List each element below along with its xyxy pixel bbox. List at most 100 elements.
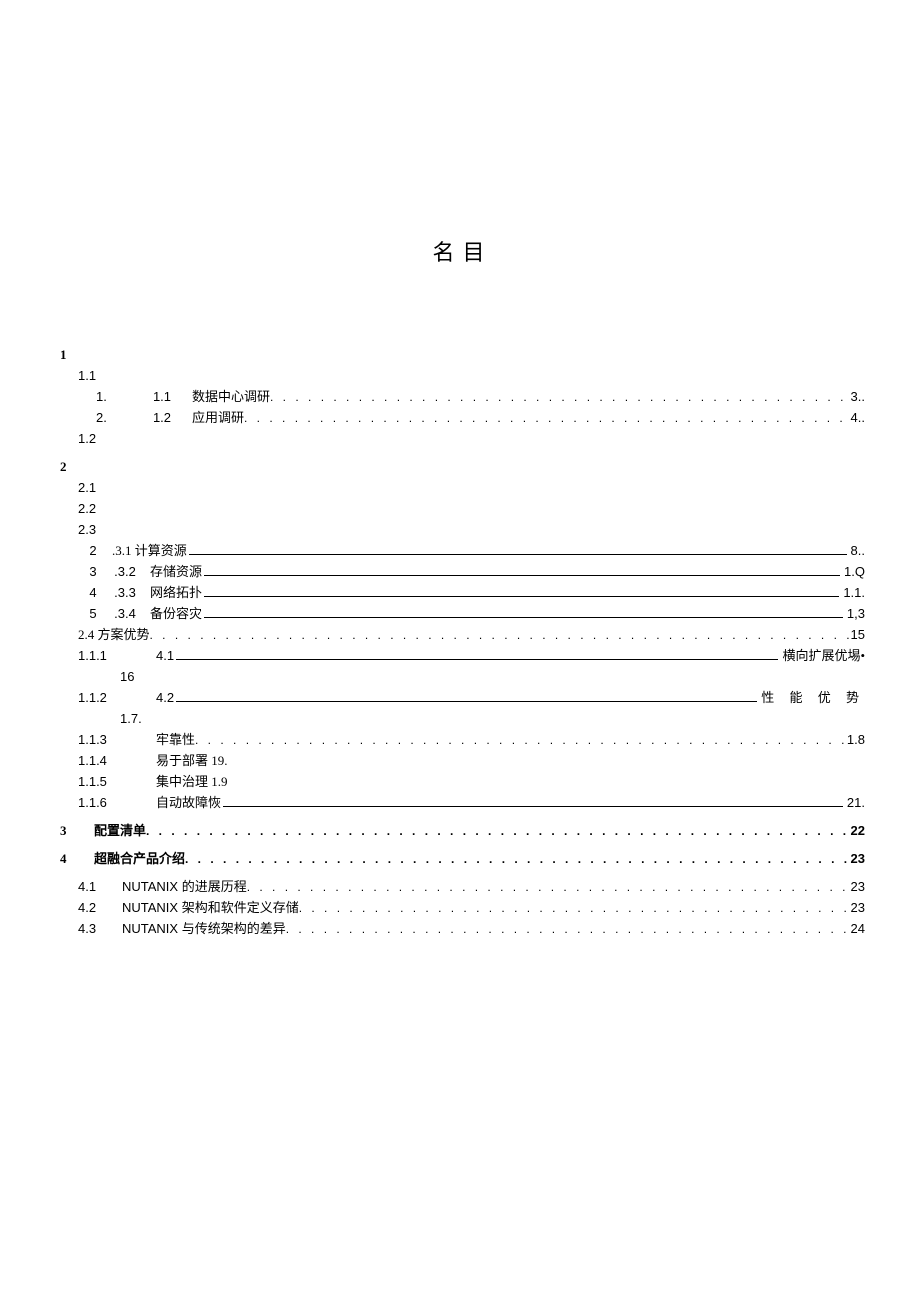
toc-entry-2-3-4: 5 .3.4 备份容灾 1,3 bbox=[60, 606, 865, 624]
toc-entry-1-1-2: 2. 1.2 应用调研 . . . . . . . . . . . . . . … bbox=[60, 410, 865, 428]
toc-idx: 3 bbox=[78, 564, 108, 580]
toc-leader-dots: . . . . . . . . . . . . . . . . . . . . … bbox=[247, 880, 849, 894]
toc-entry-adv-5: 1.1.5 集中治理 1.9 bbox=[60, 774, 865, 792]
toc-num-1-1: 1.1 bbox=[78, 368, 106, 384]
toc-entry-adv-2b: 1.7. bbox=[60, 711, 865, 729]
toc-label: NUTANIX 架构和软件定义存储 bbox=[106, 900, 299, 916]
toc-idx: 5 bbox=[78, 606, 108, 622]
toc-tail: 横向扩展优埸• bbox=[780, 648, 865, 664]
toc-sub-1-1: 1.1 bbox=[60, 368, 865, 386]
toc-leader-dots: . . . . . . . . . . . . . . . . . . . . … bbox=[299, 901, 849, 915]
toc-sub-1-2: 1.2 bbox=[60, 431, 865, 449]
toc-leader-dots: . . . . . . . . . . . . . . . . . . . . … bbox=[286, 922, 849, 936]
toc-sub: 4.2 bbox=[118, 690, 174, 706]
toc-sub: 1.1 bbox=[140, 389, 184, 405]
toc-page: 4.. bbox=[849, 410, 865, 426]
toc-entry-2-3-1: 2 .3.1 计算资源 8.. bbox=[60, 543, 865, 561]
toc-idx: 1.1.4 bbox=[78, 753, 118, 769]
toc-sub-2-2: 2.2 bbox=[60, 501, 865, 519]
toc-entry-4-3: 4.3 NUTANIX 与传统架构的差异 . . . . . . . . . .… bbox=[60, 921, 865, 939]
toc-page: 1.8 bbox=[845, 732, 865, 748]
toc-leader-dots: . . . . . . . . . . . . . . . . . . . . … bbox=[195, 733, 845, 747]
toc-idx: 2 bbox=[78, 543, 108, 559]
toc-label: 2.4 方案优势 bbox=[78, 627, 150, 643]
toc-sub: 4.1 bbox=[118, 648, 174, 664]
toc-entry-1-1-1: 1. 1.1 数据中心调研 . . . . . . . . . . . . . … bbox=[60, 389, 865, 407]
toc-label: 数据中心调研 bbox=[184, 389, 270, 405]
toc-label: 超融合产品介绍 bbox=[78, 851, 185, 867]
toc-idx: 4.2 bbox=[78, 900, 106, 916]
toc-idx: 1.1.3 bbox=[78, 732, 118, 748]
toc-sub-2-3: 2.3 bbox=[60, 522, 865, 540]
toc-idx: 1. bbox=[78, 389, 140, 405]
toc-num-2-3: 2.3 bbox=[78, 522, 106, 538]
toc-label: 易于部署 19. bbox=[118, 753, 228, 769]
toc-entry-adv-4: 1.1.4 易于部署 19. bbox=[60, 753, 865, 771]
toc-entry-2-3-3: 4 .3.3 网络拓扑 1.1. bbox=[60, 585, 865, 603]
toc-sub: .3.2 bbox=[108, 564, 142, 580]
toc-page: 23 bbox=[849, 900, 865, 916]
toc-idx: 1.1.6 bbox=[78, 795, 118, 811]
toc-label: 集中治理 1.9 bbox=[118, 774, 228, 790]
toc-idx: 4 bbox=[78, 585, 108, 601]
toc-label: NUTANIX 与传统架构的差异 bbox=[106, 921, 286, 937]
toc-section-2: 2 bbox=[60, 459, 865, 477]
toc-sub: .3.4 bbox=[108, 606, 142, 622]
toc-leader-dots: . . . . . . . . . . . . . . . . . . . . … bbox=[185, 852, 849, 866]
toc-entry-2-4: 2.4 方案优势 . . . . . . . . . . . . . . . .… bbox=[60, 627, 865, 645]
toc-page: 15 bbox=[849, 627, 865, 643]
toc-leader-line bbox=[176, 659, 778, 660]
toc-idx: 2. bbox=[78, 410, 140, 426]
toc-label: 牢靠性 bbox=[118, 732, 195, 748]
toc-section-3: 3 配置清单 . . . . . . . . . . . . . . . . .… bbox=[60, 823, 865, 841]
toc-section-4: 4 超融合产品介绍 . . . . . . . . . . . . . . . … bbox=[60, 851, 865, 869]
toc-entry-adv-3: 1.1.3 牢靠性 . . . . . . . . . . . . . . . … bbox=[60, 732, 865, 750]
toc-idx: 1.1.5 bbox=[78, 774, 118, 790]
toc-num-2-2: 2.2 bbox=[78, 501, 106, 517]
toc-section-1: 1 bbox=[60, 347, 865, 365]
toc-entry-adv-1b: 16 bbox=[60, 669, 865, 687]
toc-num-1-2: 1.2 bbox=[78, 431, 106, 447]
toc-page: 21. bbox=[845, 795, 865, 811]
toc-idx: 4.1 bbox=[78, 879, 106, 895]
toc-num-2-1: 2.1 bbox=[78, 480, 106, 496]
toc-page: 1.Q bbox=[842, 564, 865, 580]
toc-page: 3.. bbox=[849, 389, 865, 405]
toc-page: 1,3 bbox=[845, 606, 865, 622]
toc-num-3: 3 bbox=[60, 823, 78, 839]
toc-leader-line bbox=[204, 575, 840, 576]
toc-num-4: 4 bbox=[60, 851, 78, 867]
toc-entry-2-3-2: 3 .3.2 存储资源 1.Q bbox=[60, 564, 865, 582]
toc-page-continuation: 1.7. bbox=[120, 711, 142, 727]
toc-label: .3.1 计算资源 bbox=[108, 543, 187, 559]
toc-idx: 1.1.1 bbox=[78, 648, 118, 664]
toc-entry-adv-2: 1.1.2 4.2 性 能 优 势 bbox=[60, 690, 865, 708]
toc-idx: 1.1.2 bbox=[78, 690, 118, 706]
toc-page: 1.1. bbox=[841, 585, 865, 601]
toc-num-2: 2 bbox=[60, 459, 78, 475]
toc-page-continuation: 16 bbox=[120, 669, 134, 685]
toc-tail: 性 能 优 势 bbox=[759, 690, 865, 706]
toc-leader-line bbox=[223, 806, 843, 807]
toc-leader-dots: . . . . . . . . . . . . . . . . . . . . … bbox=[244, 411, 849, 425]
toc-page: 24 bbox=[849, 921, 865, 937]
toc-entry-4-2: 4.2 NUTANIX 架构和软件定义存储 . . . . . . . . . … bbox=[60, 900, 865, 918]
toc-label: 自动故障恢 bbox=[118, 795, 221, 811]
toc-label: 配置清单 bbox=[78, 823, 146, 839]
toc-page: 22 bbox=[849, 823, 865, 839]
toc-label: 备份容灾 bbox=[142, 606, 202, 622]
toc-leader-line bbox=[176, 701, 757, 702]
toc-label: 应用调研 bbox=[184, 410, 244, 426]
toc-label: 存储资源 bbox=[142, 564, 202, 580]
toc-entry-adv-6: 1.1.6 自动故障恢 21. bbox=[60, 795, 865, 813]
toc-leader-dots: . . . . . . . . . . . . . . . . . . . . … bbox=[270, 390, 849, 404]
toc-leader-line bbox=[204, 596, 839, 597]
toc-entry-4-1: 4.1 NUTANIX 的进展历程 . . . . . . . . . . . … bbox=[60, 879, 865, 897]
toc-page: 23 bbox=[849, 851, 865, 867]
document-title: 名目 bbox=[60, 235, 865, 267]
toc-leader-dots: . . . . . . . . . . . . . . . . . . . . … bbox=[150, 628, 849, 642]
toc-label: NUTANIX 的进展历程 bbox=[106, 879, 247, 895]
toc-idx: 4.3 bbox=[78, 921, 106, 937]
toc-page: 8.. bbox=[849, 543, 865, 559]
toc-page: 23 bbox=[849, 879, 865, 895]
